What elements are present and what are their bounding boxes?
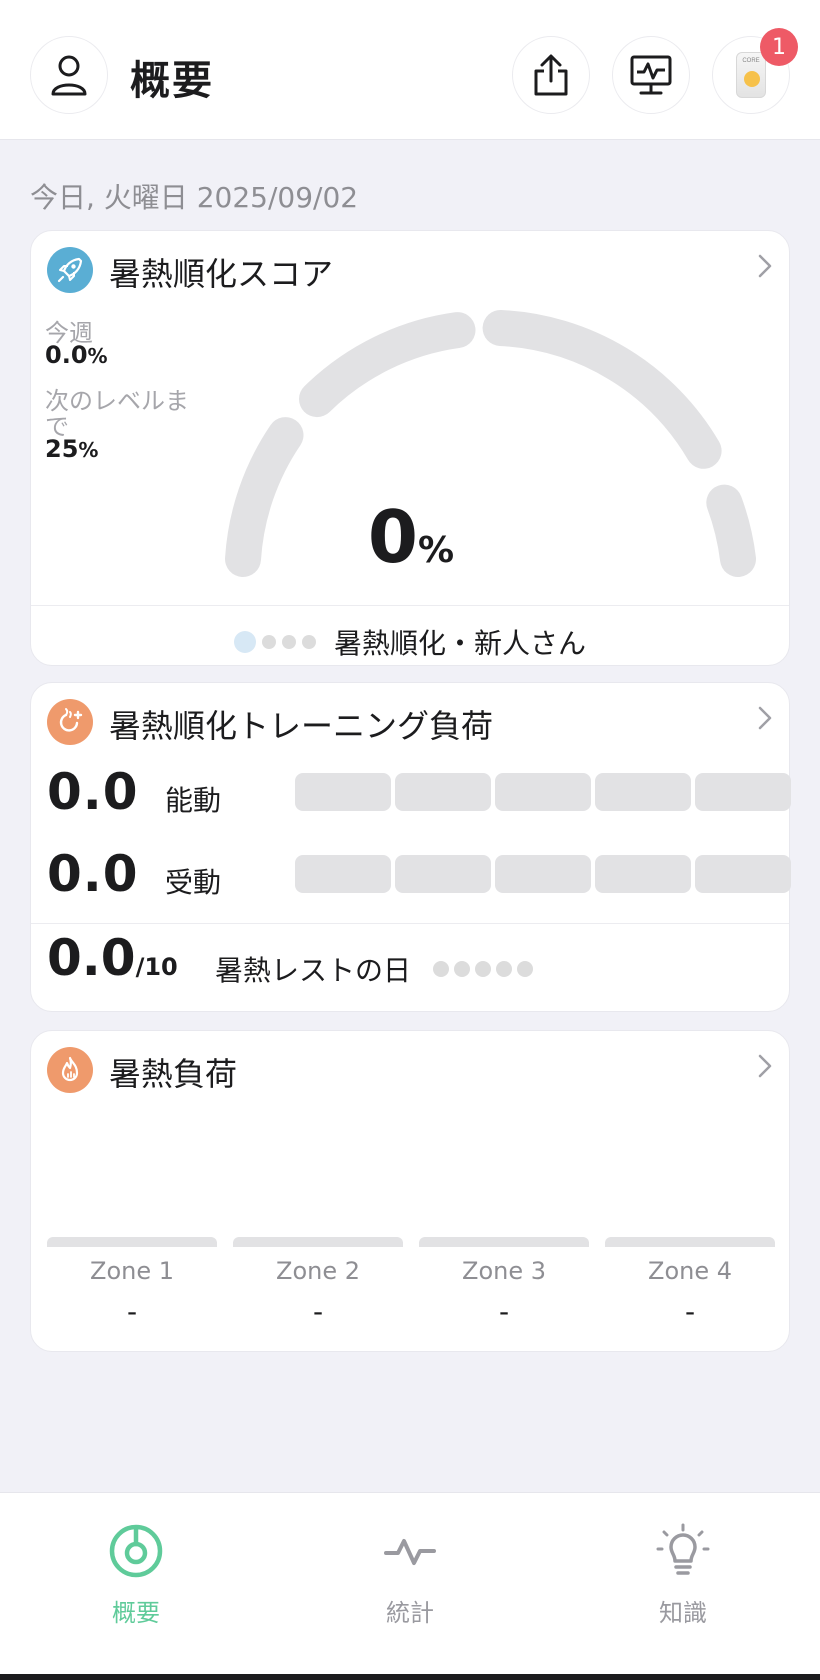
rest-day-value: 0.0/10 <box>47 929 178 987</box>
home-indicator <box>0 1674 820 1680</box>
zone-bar <box>605 1237 775 1247</box>
heat-load-card[interactable]: 暑熱負荷 Zone 1 - Zone 2 - Zone 3 - Zone 4 - <box>30 1030 790 1352</box>
card-title: 暑熱負荷 <box>109 1055 238 1093</box>
card-title: 暑熱順化スコア <box>109 255 334 293</box>
zone-item: Zone 1 - <box>39 1257 225 1328</box>
chevron-right-icon[interactable] <box>757 253 773 279</box>
this-week-value: 0.0% <box>45 341 108 369</box>
zone-value: - <box>498 1295 510 1328</box>
tab-label: 統計 <box>386 1599 434 1627</box>
tab-stats[interactable]: 統計 <box>340 1523 480 1628</box>
user-icon <box>51 55 87 96</box>
core-sensor-icon: CORE <box>736 52 766 98</box>
zone-value: - <box>312 1295 324 1328</box>
zone-bars <box>47 1237 775 1247</box>
zone-item: Zone 2 - <box>225 1257 411 1328</box>
zone-item: Zone 4 - <box>597 1257 783 1328</box>
next-level-value: 25% <box>45 435 99 463</box>
zone-name: Zone 2 <box>276 1257 360 1285</box>
flame-icon <box>47 1047 93 1093</box>
device-label: CORE <box>742 58 760 64</box>
active-load-label: 能動 <box>165 784 222 817</box>
zone-value: - <box>126 1295 138 1328</box>
activity-pulse-icon <box>384 1539 436 1565</box>
lightbulb-icon <box>656 1523 710 1575</box>
active-load-bars <box>295 773 791 811</box>
gauge-segment <box>482 310 722 469</box>
rest-day-dots <box>433 961 538 977</box>
active-load-value: 0.0 <box>47 763 139 821</box>
gauge-segment <box>299 312 476 418</box>
level-dot <box>301 635 316 649</box>
zone-value: - <box>684 1295 696 1328</box>
zone-bar <box>419 1237 589 1247</box>
passive-load-value: 0.0 <box>47 845 139 903</box>
level-dot-active <box>233 631 256 653</box>
rest-day-label: 暑熱レストの日 <box>215 954 412 987</box>
chevron-right-icon[interactable] <box>757 705 773 731</box>
divider <box>31 605 789 606</box>
page-title: 概要 <box>130 58 214 104</box>
header: 概要 CORE 1 <box>0 0 820 140</box>
passive-load-row: 0.0 受動 <box>47 845 791 905</box>
share-button[interactable] <box>512 36 590 114</box>
score-value: 0% <box>367 495 455 579</box>
active-load-row: 0.0 能動 <box>47 763 791 823</box>
tab-overview[interactable]: 概要 <box>66 1523 206 1628</box>
overview-gauge-icon <box>109 1524 163 1578</box>
notification-badge: 1 <box>760 28 798 66</box>
zone-name: Zone 3 <box>462 1257 546 1285</box>
rocket-icon <box>47 247 93 293</box>
monitor-button[interactable] <box>612 36 690 114</box>
passive-load-label: 受動 <box>165 866 222 899</box>
tab-label: 概要 <box>112 1599 160 1627</box>
level-label: 暑熱順化・新人さん <box>333 627 586 660</box>
training-load-icon <box>47 699 93 745</box>
level-indicator: 暑熱順化・新人さん <box>31 619 789 665</box>
monitor-pulse-icon <box>630 55 672 95</box>
tab-bar: 概要 統計 知識 <box>0 1492 820 1680</box>
level-dot <box>281 635 296 649</box>
zone-bar <box>47 1237 217 1247</box>
divider <box>31 923 789 924</box>
zone-bar <box>233 1237 403 1247</box>
zone-name: Zone 4 <box>648 1257 732 1285</box>
tab-knowledge[interactable]: 知識 <box>613 1523 753 1628</box>
tab-label: 知識 <box>659 1599 707 1627</box>
zone-name: Zone 1 <box>90 1257 174 1285</box>
passive-load-bars <box>295 855 791 893</box>
share-icon <box>534 54 568 96</box>
zone-item: Zone 3 - <box>411 1257 597 1328</box>
training-load-card[interactable]: 暑熱順化トレーニング負荷 0.0 能動 0.0 受動 0.0/10 暑熱レストの… <box>30 682 791 1012</box>
chevron-right-icon[interactable] <box>757 1053 773 1079</box>
level-dot <box>261 635 276 649</box>
profile-button[interactable] <box>30 36 108 114</box>
acclimation-score-card[interactable]: 暑熱順化スコア 今週 0.0% 次のレベルま で 25% 0% 暑熱順化・新人さ… <box>30 230 790 666</box>
date-label: 今日, 火曜日 2025/09/02 <box>30 181 359 214</box>
card-title: 暑熱順化トレーニング負荷 <box>109 707 494 745</box>
